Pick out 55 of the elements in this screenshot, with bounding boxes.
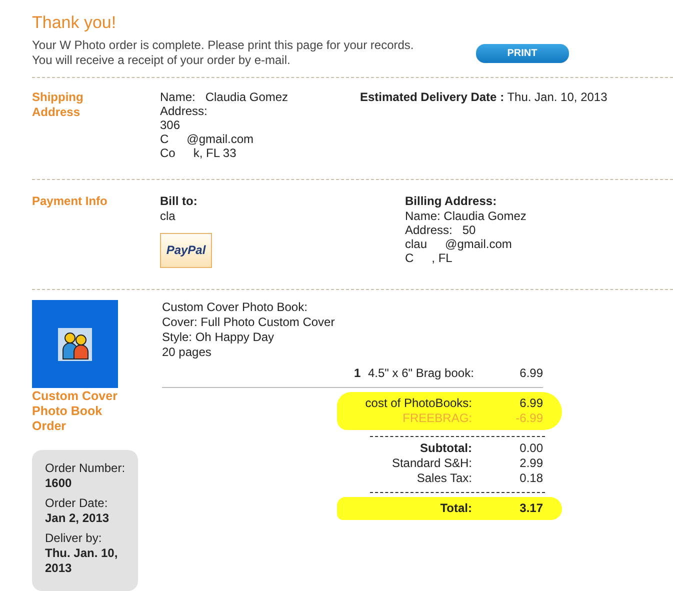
address-text: 306 — [160, 118, 180, 132]
summary-label: Standard S&H: — [390, 456, 472, 471]
billing-address-text: Address: 50 — [405, 223, 476, 237]
people-icon — [58, 328, 92, 360]
product-detail: 20 pages — [162, 345, 212, 360]
confirmation-text: You will receive a receipt of your order by e-mail. — [32, 53, 292, 68]
summary-value: 0.18 — [518, 471, 543, 486]
section-label: Payment Info — [32, 194, 108, 209]
section-label: Shipping — [32, 90, 84, 105]
quantity-text: 1 — [354, 366, 362, 381]
billing-address-text: , FL — [432, 251, 452, 265]
summary-label: 4.5" x 6" Brag book: — [368, 366, 472, 381]
bill-to-label: Bill to: — [160, 194, 198, 209]
summary-label: FREEBRAG: — [402, 411, 472, 426]
billing-address-text: Name: Claudia Gomez — [405, 209, 526, 223]
info-value: Thu. Jan. 10, 2013 — [45, 546, 119, 576]
confirmation-text: Your W Photo order is complete. Please print this page for your records. — [32, 38, 414, 53]
product-detail: Cover: Full Photo Custom Cover — [162, 315, 336, 330]
info-value: Jan 2, 2013 — [45, 511, 110, 526]
bill-to-value: cla — [160, 209, 176, 223]
product-label: Custom Cover — [32, 389, 118, 404]
address-text: @gmail.com — [186, 132, 254, 146]
summary-label: cost of PhotoBooks: — [364, 396, 472, 411]
delivery-date: Thu. Jan. 10, 2013 — [507, 90, 608, 104]
product-label: Order — [32, 419, 68, 434]
print-button[interactable]: PRINT — [476, 44, 569, 62]
summary-label: Sales Tax: — [416, 471, 472, 486]
product-label: Photo Book — [32, 404, 104, 419]
summary-value: 6.99 — [518, 366, 543, 381]
info-value: 1600 — [45, 476, 73, 491]
section-label: Address — [32, 105, 82, 120]
billing-address-text: C — [405, 251, 414, 265]
paypal-logo: PayPal — [160, 233, 212, 268]
product-detail: Custom Cover Photo Book: — [162, 300, 308, 315]
summary-value: 0.00 — [518, 441, 543, 456]
billing-address-text: clau — [405, 237, 428, 251]
address-text: Co — [160, 146, 176, 160]
info-label: Order Date: — [45, 496, 109, 511]
billing-label: Billing Address: — [405, 194, 498, 209]
address-text: Name: Claudia Gomez — [160, 90, 288, 104]
summary-label: Subtotal: — [419, 441, 472, 456]
summary-label: Total: — [439, 501, 472, 516]
address-text: k, FL 33 — [193, 146, 236, 160]
summary-value: -6.99 — [514, 411, 543, 426]
summary-value: 2.99 — [518, 456, 543, 471]
product-detail: Style: Oh Happy Day — [162, 330, 276, 345]
address-text: Address: — [160, 104, 208, 118]
billing-address-text: @gmail.com — [445, 237, 512, 251]
summary-value: 6.99 — [518, 396, 543, 411]
address-text: C — [160, 132, 169, 146]
info-label: Deliver by: — [45, 531, 103, 546]
page-title: Thank you! — [32, 13, 116, 33]
info-label: Order Number: — [45, 461, 126, 476]
delivery-label: Estimated Delivery Date : — [360, 90, 504, 104]
summary-value: 3.17 — [518, 501, 543, 516]
